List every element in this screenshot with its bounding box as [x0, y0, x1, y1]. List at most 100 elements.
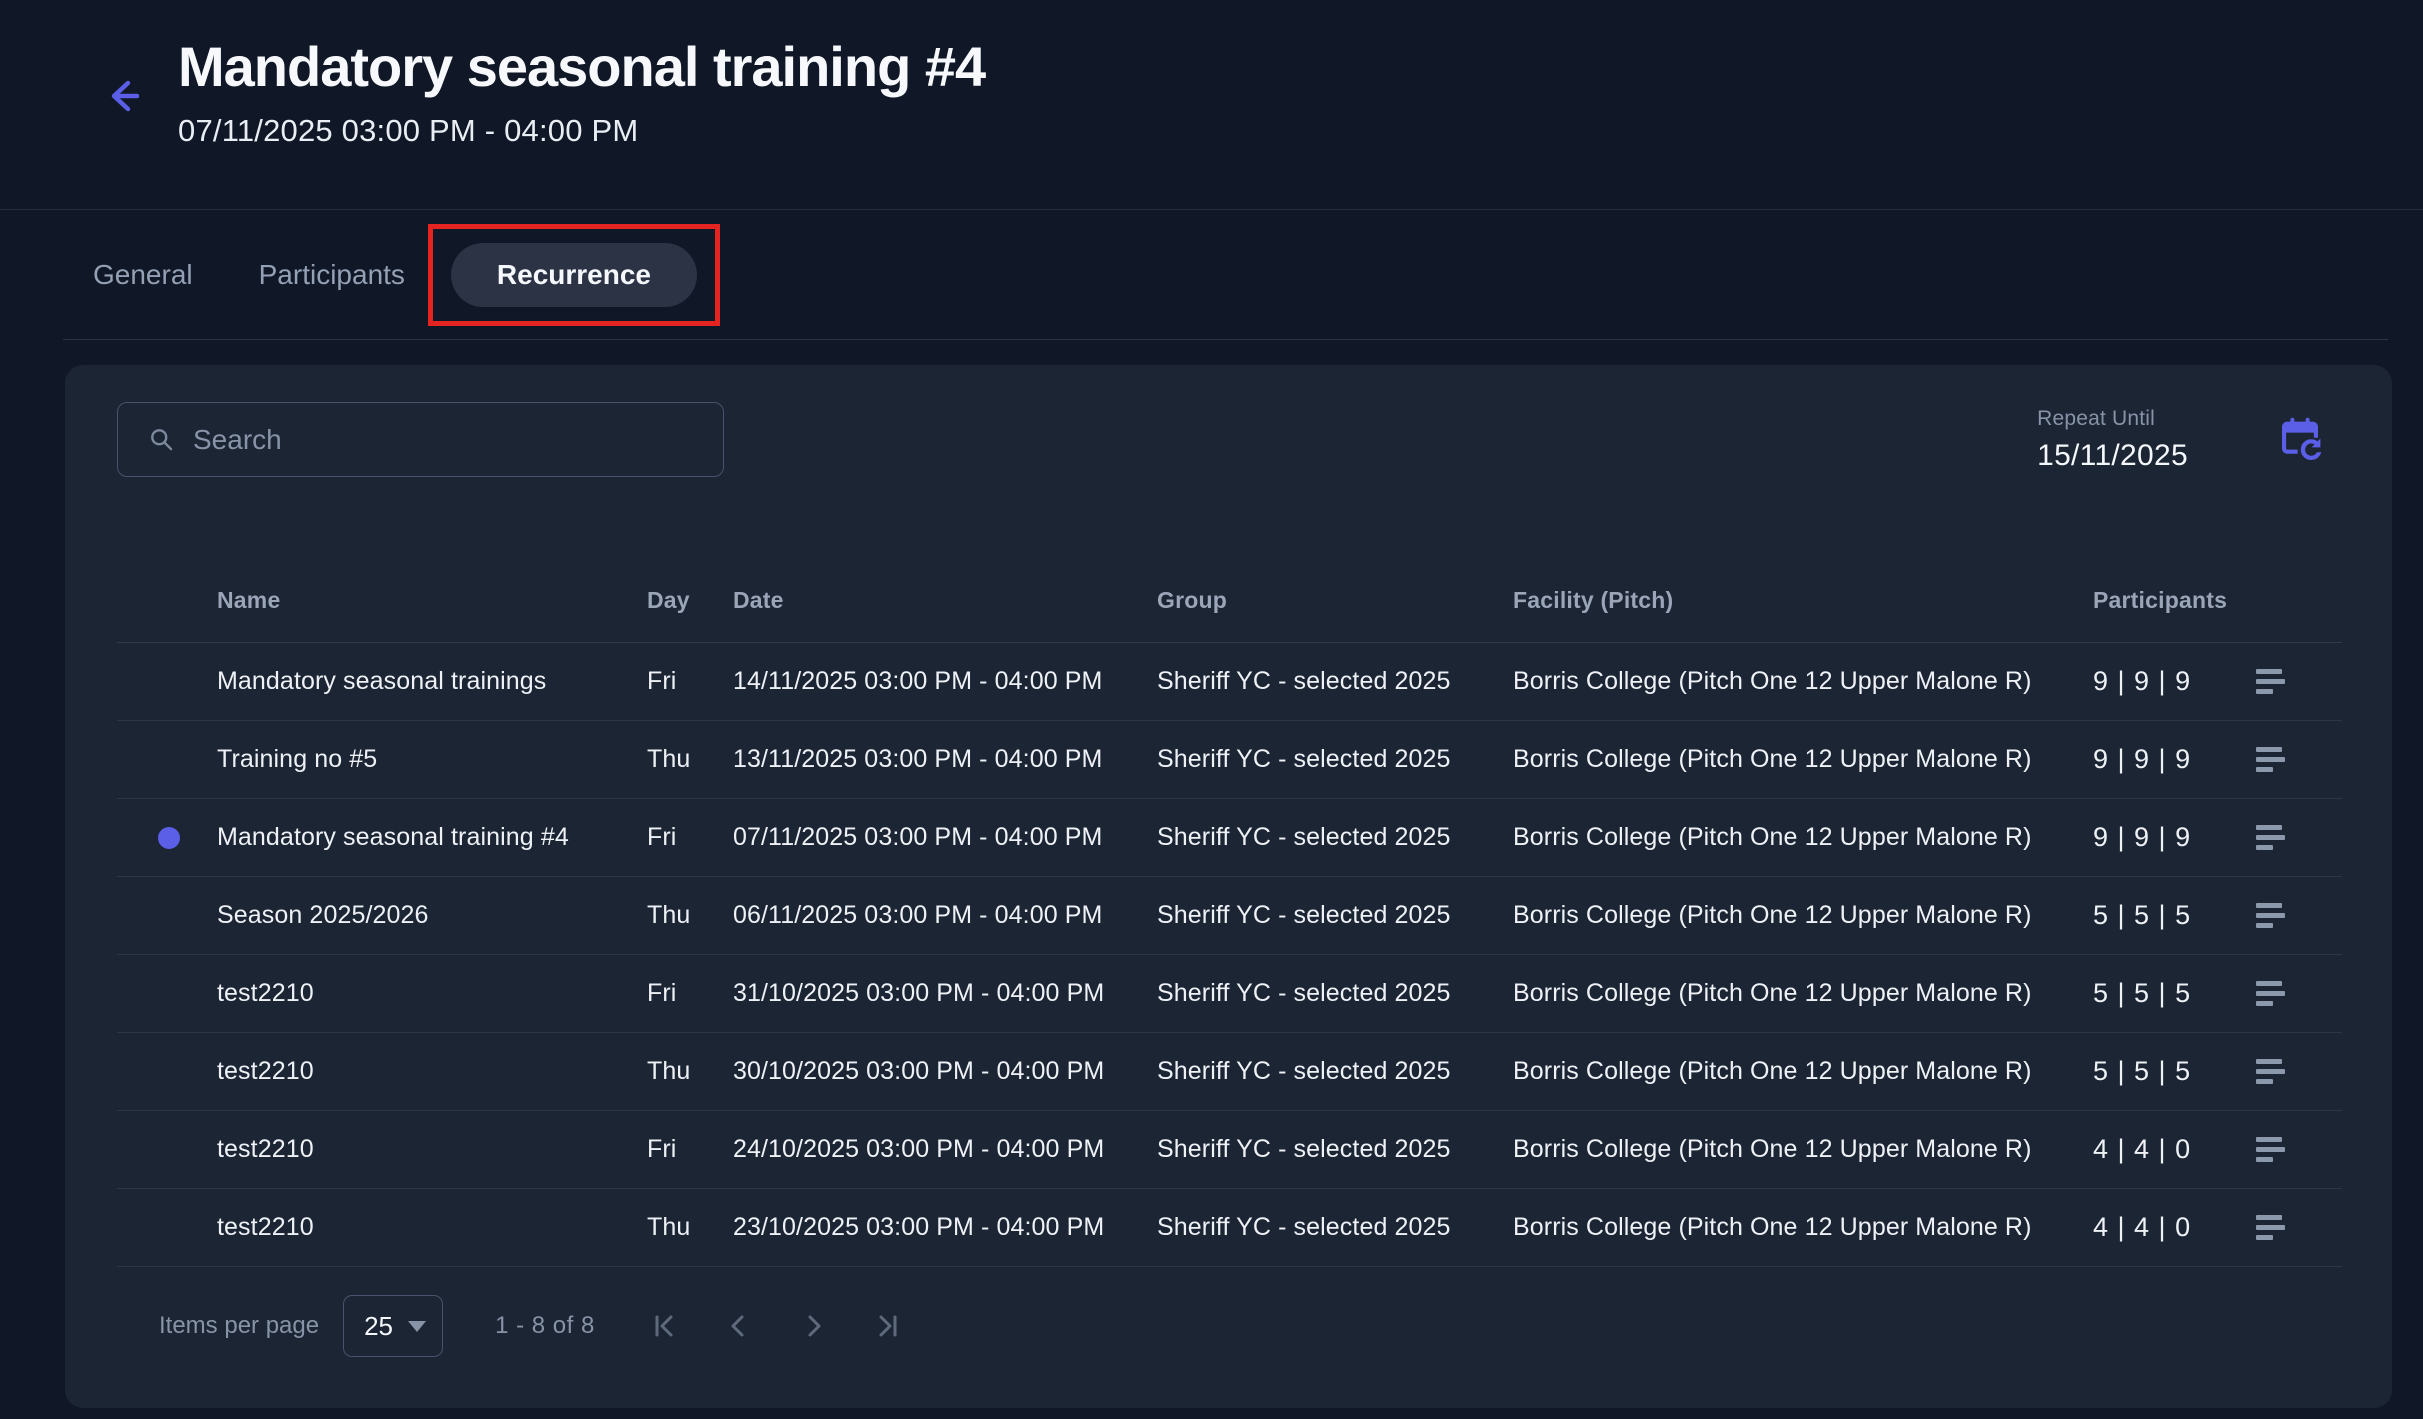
- calendar-sync-icon: [2276, 452, 2324, 467]
- row-facility: Borris College (Pitch One 12 Upper Malon…: [1513, 979, 2093, 1008]
- table-row[interactable]: test2210Thu23/10/2025 03:00 PM - 04:00 P…: [117, 1189, 2342, 1267]
- row-facility: Borris College (Pitch One 12 Upper Malon…: [1513, 1057, 2093, 1086]
- prev-page-button[interactable]: [719, 1306, 759, 1346]
- paginator: Items per page 25 1 - 8 of 8: [117, 1293, 2342, 1359]
- back-button[interactable]: [100, 72, 148, 120]
- row-group: Sheriff YC - selected 2025: [1157, 1057, 1513, 1086]
- row-date: 14/11/2025 03:00 PM - 04:00 PM: [733, 667, 1157, 696]
- col-facility: Facility (Pitch): [1513, 587, 2093, 614]
- row-day: Fri: [647, 667, 733, 696]
- notes-icon: [2256, 747, 2285, 772]
- repeat-until-value: 15/11/2025: [2037, 439, 2188, 473]
- pagination-range: 1 - 8 of 8: [495, 1312, 595, 1340]
- col-date: Date: [733, 587, 1157, 614]
- recurrence-table: Name Day Date Group Facility (Pitch) Par…: [117, 559, 2342, 1267]
- col-group: Group: [1157, 587, 1513, 614]
- search-input[interactable]: [193, 403, 723, 476]
- row-name: test2210: [217, 1213, 647, 1242]
- current-event-dot: [158, 827, 180, 849]
- row-name: Training no #5: [217, 745, 647, 774]
- row-participants: 4 | 4 | 0: [2093, 1212, 2252, 1243]
- row-group: Sheriff YC - selected 2025: [1157, 901, 1513, 930]
- notes-icon: [2256, 1059, 2285, 1084]
- annotation-red-box: Recurrence: [428, 224, 720, 326]
- row-name: test2210: [217, 1057, 647, 1086]
- row-day: Thu: [647, 1057, 733, 1086]
- row-group: Sheriff YC - selected 2025: [1157, 1135, 1513, 1164]
- row-notes-button[interactable]: [2252, 663, 2289, 700]
- row-day: Thu: [647, 1213, 733, 1242]
- table-row[interactable]: test2210Fri31/10/2025 03:00 PM - 04:00 P…: [117, 955, 2342, 1033]
- row-facility: Borris College (Pitch One 12 Upper Malon…: [1513, 901, 2093, 930]
- row-day: Fri: [647, 979, 733, 1008]
- row-participants: 5 | 5 | 5: [2093, 978, 2252, 1009]
- row-facility: Borris College (Pitch One 12 Upper Malon…: [1513, 1135, 2093, 1164]
- notes-icon: [2256, 669, 2285, 694]
- row-participants: 5 | 5 | 5: [2093, 1056, 2252, 1087]
- row-participants: 5 | 5 | 5: [2093, 900, 2252, 931]
- notes-icon: [2256, 903, 2285, 928]
- notes-icon: [2256, 825, 2285, 850]
- notes-icon: [2256, 1215, 2285, 1240]
- tab-participants[interactable]: Participants: [259, 259, 405, 291]
- row-facility: Borris College (Pitch One 12 Upper Malon…: [1513, 1213, 2093, 1242]
- row-notes-button[interactable]: [2252, 975, 2289, 1012]
- page-title: Mandatory seasonal training #4: [178, 34, 985, 99]
- row-day: Fri: [647, 1135, 733, 1164]
- row-date: 13/11/2025 03:00 PM - 04:00 PM: [733, 745, 1157, 774]
- next-page-button[interactable]: [793, 1306, 833, 1346]
- chevron-left-icon: [723, 1310, 755, 1342]
- row-group: Sheriff YC - selected 2025: [1157, 745, 1513, 774]
- row-day: Fri: [647, 823, 733, 852]
- row-notes-button[interactable]: [2252, 1131, 2289, 1168]
- table-row[interactable]: Mandatory seasonal training #4Fri07/11/2…: [117, 799, 2342, 877]
- repeat-until-block: Repeat Until 15/11/2025: [2037, 407, 2188, 473]
- row-date: 07/11/2025 03:00 PM - 04:00 PM: [733, 823, 1157, 852]
- row-notes-button[interactable]: [2252, 1053, 2289, 1090]
- row-day: Thu: [647, 745, 733, 774]
- repeat-until-label: Repeat Until: [2037, 407, 2188, 431]
- row-notes-button[interactable]: [2252, 819, 2289, 856]
- last-page-button[interactable]: [867, 1306, 907, 1346]
- table-row[interactable]: Mandatory seasonal trainingsFri14/11/202…: [117, 643, 2342, 721]
- row-notes-button[interactable]: [2252, 741, 2289, 778]
- table-row[interactable]: Season 2025/2026Thu06/11/2025 03:00 PM -…: [117, 877, 2342, 955]
- tab-bar: General Participants Recurrence: [0, 210, 2423, 340]
- col-day: Day: [647, 587, 733, 614]
- row-name: Mandatory seasonal training #4: [217, 823, 647, 852]
- row-date: 30/10/2025 03:00 PM - 04:00 PM: [733, 1057, 1157, 1086]
- table-header-row: Name Day Date Group Facility (Pitch) Par…: [117, 559, 2342, 643]
- chevron-right-icon: [797, 1310, 829, 1342]
- search-box: [117, 402, 724, 477]
- tab-general[interactable]: General: [93, 259, 193, 291]
- row-notes-button[interactable]: [2252, 897, 2289, 934]
- row-group: Sheriff YC - selected 2025: [1157, 823, 1513, 852]
- notes-icon: [2256, 981, 2285, 1006]
- row-group: Sheriff YC - selected 2025: [1157, 1213, 1513, 1242]
- page-size-select[interactable]: 25: [343, 1295, 443, 1357]
- row-indicator-cell: [117, 827, 217, 849]
- row-date: 23/10/2025 03:00 PM - 04:00 PM: [733, 1213, 1157, 1242]
- row-date: 24/10/2025 03:00 PM - 04:00 PM: [733, 1135, 1157, 1164]
- row-group: Sheriff YC - selected 2025: [1157, 667, 1513, 696]
- last-page-icon: [871, 1310, 903, 1342]
- row-notes-button[interactable]: [2252, 1209, 2289, 1246]
- first-page-button[interactable]: [645, 1306, 685, 1346]
- calendar-sync-button[interactable]: [2276, 416, 2324, 464]
- back-arrow-icon: [102, 105, 146, 120]
- table-row[interactable]: test2210Thu30/10/2025 03:00 PM - 04:00 P…: [117, 1033, 2342, 1111]
- table-row[interactable]: test2210Fri24/10/2025 03:00 PM - 04:00 P…: [117, 1111, 2342, 1189]
- row-name: Mandatory seasonal trainings: [217, 667, 647, 696]
- row-day: Thu: [647, 901, 733, 930]
- page-size-value: 25: [364, 1311, 393, 1342]
- row-facility: Borris College (Pitch One 12 Upper Malon…: [1513, 745, 2093, 774]
- page-header: Mandatory seasonal training #4 07/11/202…: [0, 0, 2423, 210]
- tab-recurrence[interactable]: Recurrence: [451, 243, 697, 307]
- notes-icon: [2256, 1137, 2285, 1162]
- row-name: test2210: [217, 979, 647, 1008]
- row-facility: Borris College (Pitch One 12 Upper Malon…: [1513, 667, 2093, 696]
- table-row[interactable]: Training no #5Thu13/11/2025 03:00 PM - 0…: [117, 721, 2342, 799]
- row-date: 31/10/2025 03:00 PM - 04:00 PM: [733, 979, 1157, 1008]
- col-name: Name: [217, 587, 647, 614]
- row-participants: 9 | 9 | 9: [2093, 666, 2252, 697]
